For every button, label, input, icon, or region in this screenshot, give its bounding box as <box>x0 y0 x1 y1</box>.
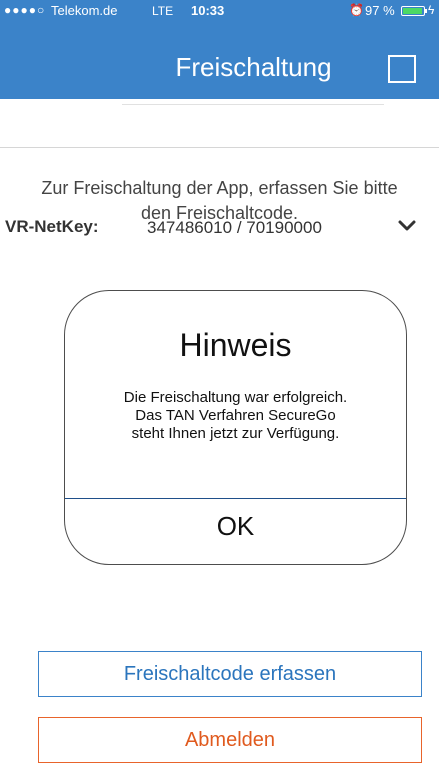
charging-icon: ϟ <box>428 3 435 17</box>
enter-code-button[interactable]: Freischaltcode erfassen <box>38 651 422 697</box>
battery-icon <box>401 6 425 16</box>
account-selector[interactable]: VR-NetKey: 347486010 / 70190000 <box>0 100 439 237</box>
battery-percent: 97 % <box>365 3 395 18</box>
battery-level <box>403 8 422 14</box>
logout-button[interactable]: Abmelden <box>38 717 422 763</box>
battery-tip-icon <box>425 9 427 13</box>
alarm-icon: ⏰ <box>349 3 364 17</box>
dialog-title: Hinweis <box>179 327 292 363</box>
status-bar: ●●●●○ Telekom.de LTE 10:33 ⏰ 97 % ϟ <box>0 0 439 22</box>
dialog-divider <box>65 498 406 499</box>
status-time: 10:33 <box>191 3 225 18</box>
ok-button[interactable]: OK <box>65 510 406 550</box>
page-title: Freischaltung <box>175 52 332 82</box>
dialog-message: Die Freischaltung war erfolgreich. Das T… <box>123 389 348 442</box>
signal-strength-icon: ●●●●○ <box>4 3 46 17</box>
network-type: LTE <box>152 4 174 18</box>
instruction-text: Zur Freischaltung der App, erfassen Sie … <box>41 178 398 223</box>
carrier-name: Telekom.de <box>51 3 118 18</box>
info-dialog: Hinweis Die Freischaltung war erfolgreic… <box>64 290 407 565</box>
header-checkbox-button[interactable] <box>388 55 416 83</box>
app-header: ●●●●○ Telekom.de LTE 10:33 ⏰ 97 % ϟ Frei… <box>0 0 439 99</box>
